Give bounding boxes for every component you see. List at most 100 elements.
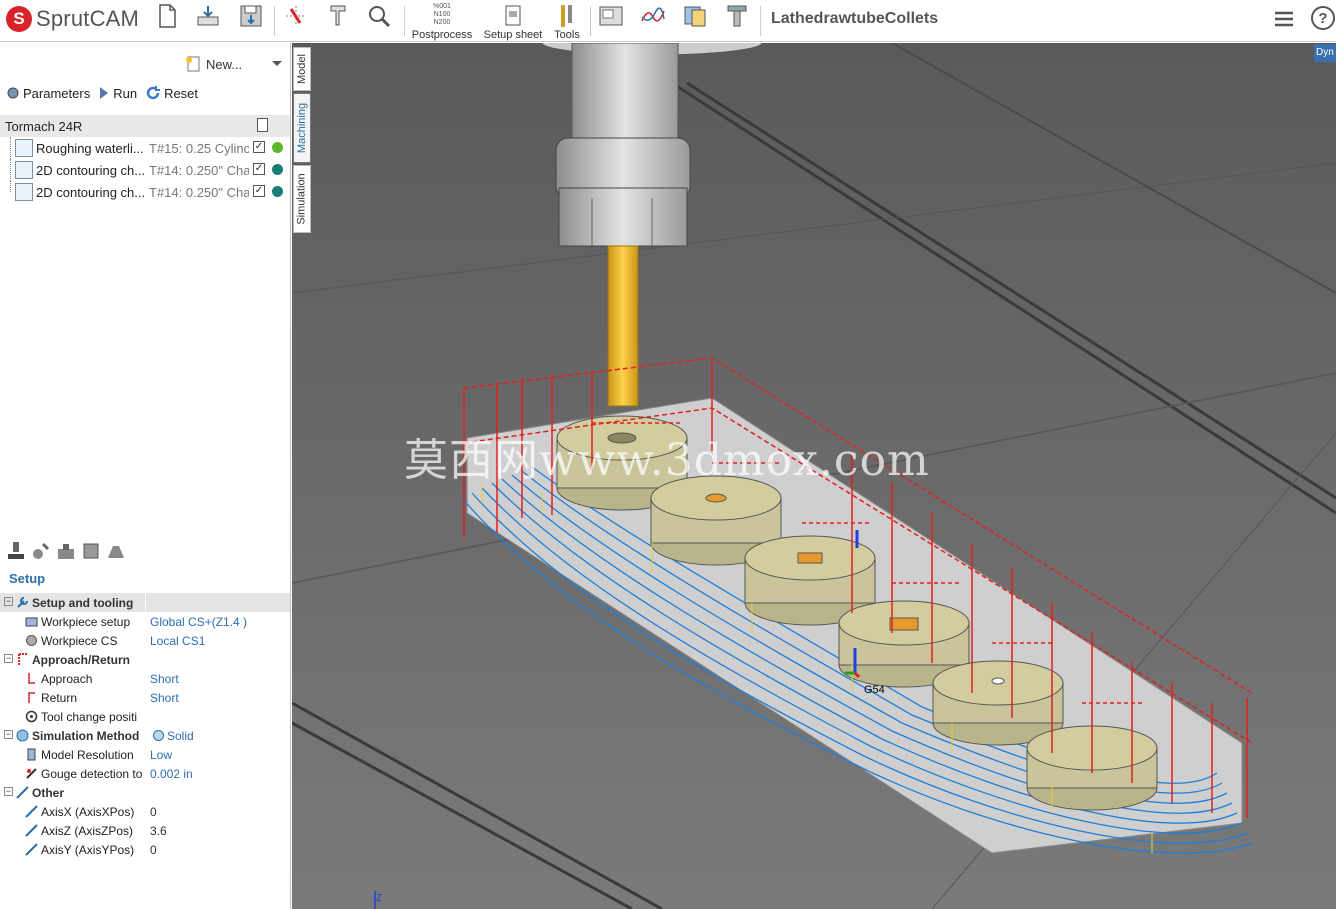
- coordinate-system-label: G54: [864, 684, 885, 696]
- property-axis-z[interactable]: AxisZ (AxisZPos) 3.6: [0, 821, 290, 840]
- workpiece-setup-icon: [25, 617, 38, 627]
- parameters-button[interactable]: Parameters: [6, 86, 90, 101]
- fixture-icon[interactable]: [56, 541, 76, 561]
- tab-machining[interactable]: Machining: [293, 93, 311, 163]
- property-workpiece-cs[interactable]: Workpiece CS Local CS1: [0, 631, 290, 650]
- tab-simulation-label: Simulation: [296, 173, 309, 225]
- new-label: New...: [206, 56, 243, 72]
- operation-row[interactable]: 2D contouring ch... T#14: 0.250" Cha ✓: [0, 181, 290, 203]
- zoom-button[interactable]: [366, 3, 392, 29]
- measure-button[interactable]: [325, 3, 351, 29]
- operation-name: 2D contouring ch...: [36, 185, 146, 200]
- property-label: Workpiece setup: [41, 615, 131, 629]
- property-model-resolution[interactable]: Model Resolution Low: [0, 745, 290, 764]
- property-tool-change-position[interactable]: Tool change positi: [0, 707, 290, 726]
- hamburger-menu-icon[interactable]: [1274, 10, 1294, 31]
- property-group-approach-return[interactable]: − Approach/Return: [0, 650, 290, 669]
- property-value[interactable]: 0: [150, 843, 157, 857]
- target-icon: [25, 710, 38, 723]
- new-document-icon: [186, 56, 200, 72]
- roughing-operation-icon: [15, 139, 33, 157]
- property-gouge-detection[interactable]: Gouge detection to 0.002 in: [0, 764, 290, 783]
- run-button[interactable]: Run: [98, 86, 137, 101]
- contouring-operation-icon: [15, 161, 33, 179]
- collapse-toggle-icon[interactable]: −: [4, 597, 13, 606]
- reset-icon: [146, 86, 161, 100]
- setup-machine-icon[interactable]: [6, 541, 26, 561]
- save-project-button[interactable]: [238, 3, 264, 29]
- gouge-icon: [26, 768, 37, 779]
- new-project-button[interactable]: [154, 3, 180, 29]
- collapse-toggle-icon[interactable]: −: [4, 787, 13, 796]
- property-return[interactable]: Return Short: [0, 688, 290, 707]
- property-value[interactable]: 0.002 in: [150, 767, 193, 781]
- machine-button[interactable]: [598, 3, 624, 29]
- machine-panel-icon: [599, 6, 623, 26]
- toolpath-graph-button[interactable]: [640, 3, 666, 29]
- solid-mode-icon: [153, 730, 164, 741]
- open-project-button[interactable]: [195, 3, 221, 29]
- setup-sheet-label: Setup sheet: [483, 29, 543, 41]
- machine-row[interactable]: Tormach 24R: [0, 115, 290, 137]
- machine-document-icon[interactable]: [257, 118, 268, 132]
- cutting-tool: [607, 245, 639, 407]
- collapse-toggle-icon[interactable]: −: [4, 730, 13, 739]
- tools-button[interactable]: Tools: [552, 3, 582, 41]
- operation-row[interactable]: Roughing waterli... T#15: 0.25 Cylinc ✓: [0, 137, 290, 159]
- property-value[interactable]: Local CS1: [150, 634, 205, 648]
- tools-icon: [561, 5, 572, 27]
- toolbar-separator: [404, 6, 405, 36]
- tab-model-label: Model: [296, 54, 308, 84]
- operations-tree: Tormach 24R Roughing waterli... T#15: 0.…: [0, 115, 290, 203]
- tool-change-icon[interactable]: [31, 541, 51, 561]
- view-mode-tag[interactable]: Dyn: [1314, 44, 1336, 62]
- run-icon: [100, 87, 109, 99]
- top-toolbar: S SprutCAM %001 N100 N200 Postprocess Se…: [0, 0, 1336, 42]
- property-workpiece-setup[interactable]: Workpiece setup Global CS+(Z1.4 ): [0, 612, 290, 631]
- property-group-simulation-method[interactable]: − Simulation Method Solid: [0, 726, 290, 745]
- property-value[interactable]: Short: [150, 691, 179, 705]
- property-value[interactable]: 0: [150, 805, 157, 819]
- parameters-label: Parameters: [23, 85, 91, 101]
- tool-holder-icon: [727, 5, 747, 27]
- property-axis-y[interactable]: AxisY (AxisYPos) 0: [0, 840, 290, 859]
- operation-enabled-checkbox[interactable]: ✓: [253, 185, 265, 197]
- property-value[interactable]: Short: [150, 672, 179, 686]
- wrench-icon: [17, 597, 28, 608]
- snap-tool-button[interactable]: [283, 3, 309, 29]
- property-approach[interactable]: Approach Short: [0, 669, 290, 688]
- tab-simulation[interactable]: Simulation: [293, 165, 311, 233]
- collapse-toggle-icon[interactable]: −: [4, 654, 13, 663]
- property-group-other[interactable]: − Other: [0, 783, 290, 802]
- stock-icon[interactable]: [81, 541, 101, 561]
- holder-button[interactable]: [724, 3, 750, 29]
- operation-enabled-checkbox[interactable]: ✓: [253, 163, 265, 175]
- toolbar-separator: [274, 6, 275, 36]
- setup-sheet-button[interactable]: Setup sheet: [481, 3, 545, 41]
- property-value[interactable]: Global CS+(Z1.4 ): [150, 615, 247, 629]
- property-label: AxisX (AxisXPos): [41, 805, 135, 819]
- part-icon[interactable]: [106, 541, 126, 561]
- layers-button[interactable]: [682, 3, 708, 29]
- property-group-setup-and-tooling[interactable]: − Setup and tooling: [0, 593, 290, 612]
- reset-button[interactable]: Reset: [145, 85, 198, 101]
- operation-row[interactable]: 2D contouring ch... T#14: 0.250" Cha ✓: [0, 159, 290, 181]
- operation-enabled-checkbox[interactable]: ✓: [253, 141, 265, 153]
- tab-model[interactable]: Model: [293, 47, 311, 91]
- 3d-viewport[interactable]: [292, 43, 1336, 909]
- operation-status-indicator: [272, 164, 283, 175]
- property-label: Gouge detection to: [41, 767, 143, 781]
- operation-actions: Parameters Run Reset: [6, 85, 198, 101]
- postprocess-button[interactable]: %001 N100 N200 Postprocess: [410, 3, 474, 41]
- new-operation-button[interactable]: New...: [184, 55, 242, 73]
- sprutcam-logo-icon: S: [6, 6, 32, 32]
- property-value[interactable]: 3.6: [150, 824, 167, 838]
- gcode-icon: %001 N100 N200: [433, 3, 451, 26]
- new-dropdown-chevron-icon[interactable]: [272, 61, 282, 66]
- help-icon[interactable]: ?: [1311, 6, 1335, 30]
- property-value[interactable]: Solid: [167, 729, 194, 743]
- property-axis-x[interactable]: AxisX (AxisXPos) 0: [0, 802, 290, 821]
- property-value[interactable]: Low: [150, 748, 172, 762]
- machine-name: Tormach 24R: [5, 118, 83, 134]
- reset-label: Reset: [164, 85, 199, 101]
